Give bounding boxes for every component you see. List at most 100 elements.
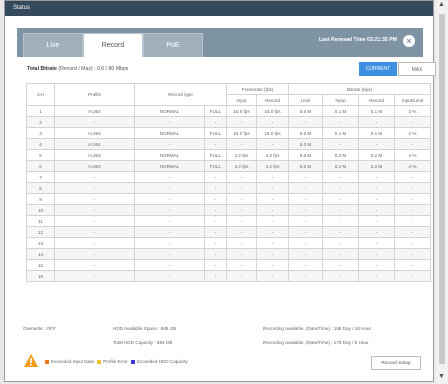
cell-fps-record: - (256, 226, 289, 238)
cell-profile: H.264 (54, 138, 135, 150)
cell-profile: H.264 (54, 127, 135, 139)
scrollbar-thumb[interactable] (439, 14, 445, 364)
record-setup-button[interactable]: Record Setup (371, 356, 421, 370)
cell-fps-input: - (226, 226, 257, 238)
cell-limit: 5.0 M (288, 127, 323, 139)
cell-record-type: - (134, 171, 205, 183)
cell-limit: - (288, 204, 323, 216)
legend-exceeded-input: Exceeded Input Data (51, 359, 94, 364)
cell-mode: - (204, 182, 227, 194)
status-window: Status Live Record PoE Last Renewal Time… (4, 0, 436, 382)
current-button[interactable]: CURRENT (359, 62, 397, 76)
cell-record-type: - (134, 226, 205, 238)
scroll-down-icon[interactable]: ▼ (438, 373, 445, 380)
cell-bps-record: - (358, 259, 395, 271)
cell-fps-input: - (226, 138, 257, 150)
cell-profile: - (54, 259, 135, 271)
table-row: 8--------- (26, 182, 432, 194)
cell-fps-record: - (256, 182, 289, 194)
table-row: 3 H.264 NORMAL FULL 15.0 fps 15.0 fps 5.0 M 0.1… (26, 127, 432, 139)
table-row: 16- - - - - - - - - (26, 270, 432, 282)
header-framerate: Framerate (fps) (226, 83, 289, 95)
legend-exceeded-hdd: Exceeded HDD Capacity (136, 359, 188, 364)
table-row: 1 H.264 NORMAL FULL 15.0 fps 15.0 fps 5.0 M 0.1… (26, 105, 432, 117)
table-row: 7--------- (26, 171, 432, 183)
cell-profile: - (54, 237, 135, 249)
cell-profile: - (54, 204, 135, 216)
cell-bps-input: 0.2 M (322, 160, 359, 172)
max-button[interactable]: MAX (398, 62, 436, 76)
cell-limit: - (288, 171, 323, 183)
cell-ch: 5 (26, 149, 55, 161)
cell-record-type: - (134, 259, 205, 271)
cell-mode: - (204, 259, 227, 271)
cell-bps-record: - (358, 215, 395, 227)
tab-record[interactable]: Record (83, 33, 143, 57)
cell-record-type: NORMAL (134, 105, 205, 117)
hdd-total-capacity: Total HDD Capacity : 894 GB (113, 340, 173, 345)
cell-bps-record: - (358, 270, 395, 282)
cell-mode: - (204, 193, 227, 205)
profile-error-swatch (97, 359, 102, 364)
cell-limit: 5.0 M (288, 160, 323, 172)
cell-ch: 12 (26, 226, 55, 238)
cell-limit: - (288, 215, 323, 227)
cell-bps-record: 0.1 M (358, 105, 395, 117)
cell-limit: - (288, 226, 323, 238)
cell-limit: - (288, 237, 323, 249)
cell-record-type: - (134, 215, 205, 227)
scroll-up-icon[interactable]: ▲ (438, 1, 445, 8)
cell-fps-record: - (256, 248, 289, 260)
cell-fps-record: 15.0 fps (256, 105, 289, 117)
warning-icon (24, 354, 38, 367)
tab-poe[interactable]: PoE (143, 33, 203, 57)
table-row: 13- - - - - - - - - (26, 237, 432, 249)
cell-profile: - (54, 270, 135, 282)
cell-fps-input: - (226, 270, 257, 282)
cell-input-limit: 4 % (393, 149, 432, 161)
cell-bps-input: - (322, 182, 359, 194)
cell-record-type: - (134, 193, 205, 205)
cell-input-limit: - (393, 259, 432, 271)
cell-mode: - (204, 116, 227, 128)
cell-fps-input: 4.2 fps (226, 160, 257, 172)
overwrite-status: Overwrite : OFF (23, 326, 56, 331)
cell-fps-input: - (226, 259, 257, 271)
recording-available-2: Recording available. (Date/Time) : 178 D… (263, 340, 369, 345)
cell-bps-record: - (358, 226, 395, 238)
cell-record-type: - (134, 237, 205, 249)
cell-mode: FULL (204, 105, 227, 117)
scrollbar[interactable]: ▲ ▼ (436, 0, 448, 384)
cell-bps-input: - (322, 138, 359, 150)
cell-bps-input: 0.1 M (322, 127, 359, 139)
cell-fps-record: - (256, 237, 289, 249)
cell-input-limit: - (393, 204, 432, 216)
cell-input-limit: - (393, 116, 432, 128)
cell-bps-input: - (322, 171, 359, 183)
cell-input-limit: - (393, 237, 432, 249)
total-bitrate: Total Bitrate (Record / Max) : 0.6 / 80 … (27, 66, 128, 72)
cell-bps-input: - (322, 193, 359, 205)
table-row: 5 H.264 NORMAL FULL 4.2 fps 4.2 fps 5.0 M 0.2 M… (26, 149, 432, 161)
cell-bps-record: 0.2 M (358, 160, 395, 172)
close-icon[interactable]: × (403, 35, 415, 47)
cell-bps-input: - (322, 204, 359, 216)
cell-ch: 13 (26, 237, 55, 249)
cell-profile: H.264 (54, 149, 135, 161)
cell-fps-input: - (226, 116, 257, 128)
cell-bps-record: - (358, 182, 395, 194)
cell-ch: 8 (26, 182, 55, 194)
cell-fps-record: - (256, 138, 289, 150)
cell-bps-input: 0.2 M (322, 149, 359, 161)
cell-ch: 11 (26, 215, 55, 227)
cell-profile: - (54, 215, 135, 227)
cell-fps-record: - (256, 215, 289, 227)
legend: Exceeded Input Data Profile Error Exceed… (43, 359, 188, 364)
tab-live[interactable]: Live (23, 33, 83, 57)
cell-mode: FULL (204, 160, 227, 172)
cell-mode: - (204, 215, 227, 227)
cell-limit: - (288, 116, 323, 128)
header-record-type: Record type (134, 83, 227, 106)
cell-profile: H.264 (54, 160, 135, 172)
cell-ch: 2 (26, 116, 55, 128)
